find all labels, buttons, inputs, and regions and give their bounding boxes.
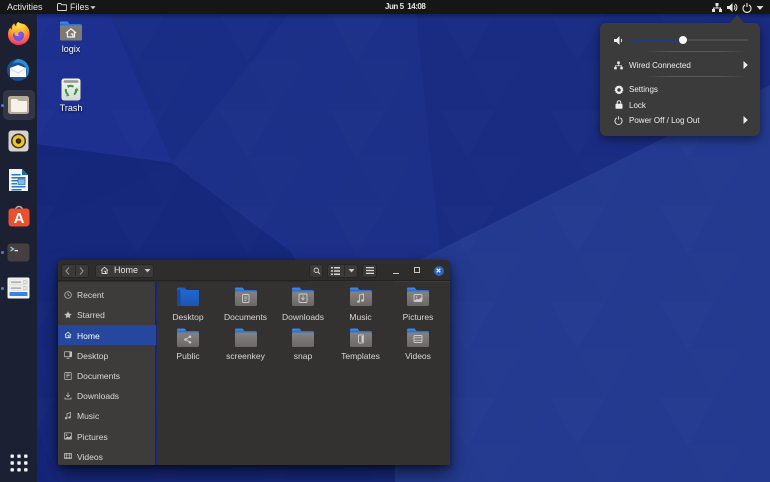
svg-text:A: A: [13, 210, 24, 227]
